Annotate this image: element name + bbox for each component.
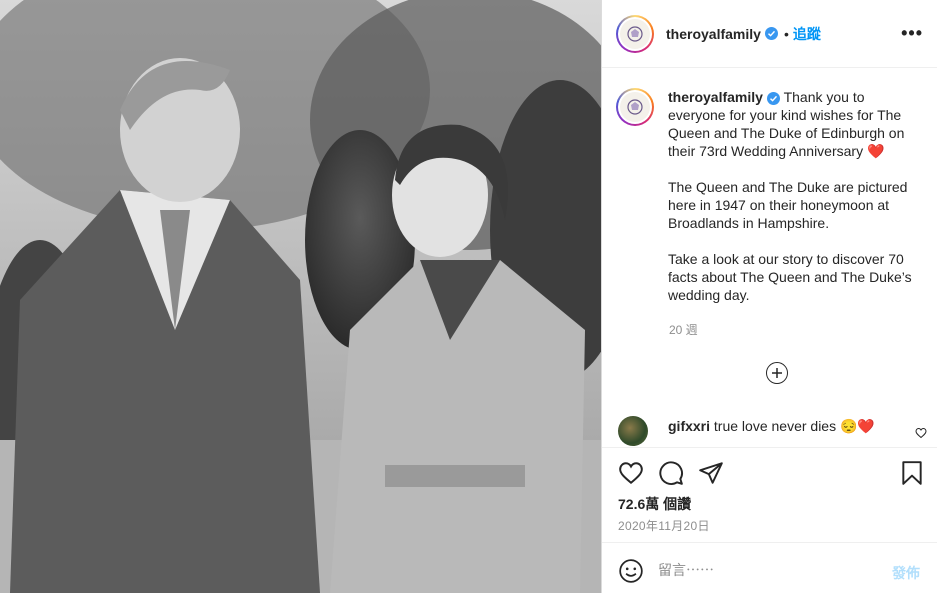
caption-timestamp[interactable]: 20 週 <box>669 321 698 338</box>
likes-count[interactable]: 72.6萬 個讚 <box>618 494 691 514</box>
post-caption: theroyalfamily Thank you to everyone for… <box>616 88 926 322</box>
action-bar <box>618 460 924 486</box>
caption-paragraph-3: Take a look at our story to discover 70 … <box>668 251 912 303</box>
caption-paragraph-2: The Queen and The Duke are pictured here… <box>668 179 908 231</box>
load-more-comments-icon[interactable] <box>766 362 788 384</box>
caption-avatar-inner <box>618 90 652 124</box>
caption-paragraph: theroyalfamily Thank you to everyone for… <box>668 88 918 160</box>
avatar-inner <box>618 16 652 51</box>
post-comment-button[interactable]: 發佈 <box>892 563 920 583</box>
caption-text: theroyalfamily Thank you to everyone for… <box>668 88 918 322</box>
commenter-username[interactable]: gifxxri <box>668 418 710 434</box>
author-avatar[interactable] <box>616 14 654 53</box>
royal-crest-icon <box>620 18 650 49</box>
verified-badge-icon <box>764 27 778 40</box>
divider <box>602 542 937 543</box>
commenter-avatar[interactable] <box>618 416 648 446</box>
comment-body: gifxxri true love never dies 😔❤️ <box>668 418 875 435</box>
post-header: theroyalfamily • 追蹤 ••• <box>602 0 937 68</box>
royal-crest-icon <box>620 92 650 122</box>
save-bookmark-icon[interactable] <box>900 460 924 491</box>
comment-like-heart-icon[interactable] <box>915 426 927 444</box>
separator-dot: • <box>783 25 789 42</box>
like-heart-icon[interactable] <box>618 460 644 491</box>
caption-author-avatar[interactable] <box>616 88 654 126</box>
verified-badge-icon <box>766 92 780 105</box>
emoji-smiley-icon[interactable] <box>618 558 644 589</box>
share-paper-plane-icon[interactable] <box>698 460 724 491</box>
couple-photo-image <box>0 0 601 593</box>
post-photo[interactable] <box>0 0 601 593</box>
divider <box>602 447 937 448</box>
comment-row: gifxxri true love never dies 😔❤️ <box>618 416 928 446</box>
more-options-icon[interactable]: ••• <box>901 23 923 44</box>
add-comment-input[interactable] <box>658 562 858 578</box>
post-date[interactable]: 2020年11月20日 <box>618 517 710 534</box>
author-username[interactable]: theroyalfamily <box>666 26 761 42</box>
caption-username[interactable]: theroyalfamily <box>668 89 763 105</box>
comment-bubble-icon[interactable] <box>658 460 684 491</box>
follow-button[interactable]: 追蹤 <box>793 24 821 44</box>
comment-text: true love never dies 😔❤️ <box>713 418 875 434</box>
post-side-panel: theroyalfamily • 追蹤 ••• theroyalfamily T… <box>601 0 937 593</box>
